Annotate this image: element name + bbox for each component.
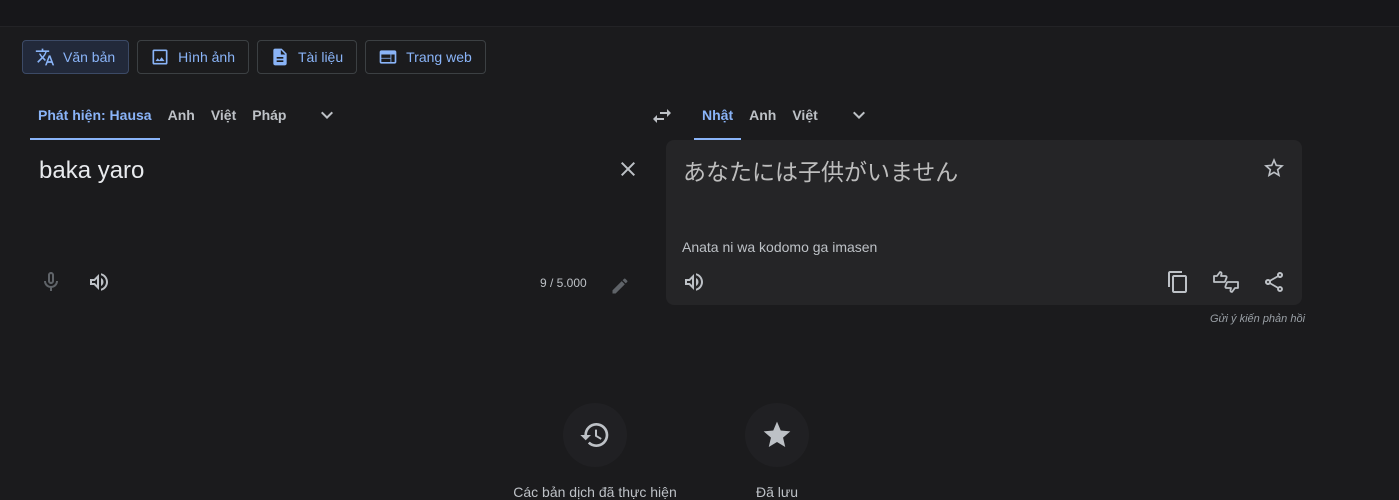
source-lang-detect[interactable]: Phát hiện: Hausa bbox=[30, 96, 160, 140]
tab-document[interactable]: Tài liệu bbox=[257, 40, 358, 74]
image-icon bbox=[152, 49, 168, 65]
tab-text-label: Văn bản bbox=[63, 49, 116, 65]
translate-icon bbox=[35, 48, 55, 66]
character-counter: 9 / 5.000 bbox=[540, 276, 587, 290]
document-icon bbox=[273, 48, 287, 66]
swap-languages-icon[interactable] bbox=[650, 104, 674, 128]
send-feedback-link[interactable]: Gửi ý kiến phản hồi bbox=[1210, 313, 1305, 325]
top-bar bbox=[0, 0, 1399, 27]
history-icon bbox=[580, 423, 609, 447]
target-lang-vietnamese[interactable]: Việt bbox=[784, 96, 825, 140]
translation-text: あなたには子供がいません bbox=[683, 160, 959, 186]
saved-section: Đã lưu bbox=[737, 403, 817, 500]
speaker-icon[interactable] bbox=[682, 270, 706, 294]
tab-image[interactable]: Hình ảnh bbox=[137, 40, 249, 74]
copy-icon[interactable] bbox=[1166, 270, 1190, 294]
tab-text[interactable]: Văn bản bbox=[22, 40, 130, 74]
saved-label: Đã lưu bbox=[755, 484, 799, 500]
source-lang-english[interactable]: Anh bbox=[160, 96, 203, 140]
source-lang-french[interactable]: Pháp bbox=[244, 96, 294, 140]
tab-website-label: Trang web bbox=[406, 49, 472, 65]
history-button[interactable] bbox=[563, 403, 627, 467]
close-icon[interactable] bbox=[616, 157, 640, 181]
mode-tabs: Văn bản Hình ảnh Tài liệu Trang web bbox=[22, 40, 486, 74]
target-lang-english[interactable]: Anh bbox=[741, 96, 784, 140]
star-icon bbox=[763, 421, 791, 447]
source-language-bar: Phát hiện: Hausa Anh Việt Pháp bbox=[30, 96, 339, 140]
saved-button[interactable] bbox=[745, 403, 809, 467]
web-icon bbox=[379, 50, 397, 64]
target-panel: あなたには子供がいません Anata ni wa kodomo ga imase… bbox=[666, 140, 1302, 305]
source-lang-vietnamese[interactable]: Việt bbox=[203, 96, 244, 140]
tab-image-label: Hình ảnh bbox=[178, 49, 235, 65]
chevron-down-icon[interactable] bbox=[847, 103, 871, 127]
tab-document-label: Tài liệu bbox=[298, 49, 344, 65]
pencil-icon bbox=[612, 278, 628, 294]
romanization-text: Anata ni wa kodomo ga imasen bbox=[682, 239, 878, 255]
speaker-icon[interactable] bbox=[87, 270, 111, 294]
history-label: Các bản dịch đã thực hiện bbox=[513, 484, 677, 500]
share-icon[interactable] bbox=[1262, 270, 1286, 294]
rate-translation-icon[interactable] bbox=[1212, 270, 1240, 294]
tab-website[interactable]: Trang web bbox=[365, 40, 486, 74]
chevron-down-icon[interactable] bbox=[315, 103, 339, 127]
target-language-bar: Nhật Anh Việt bbox=[694, 96, 871, 140]
star-outline-icon[interactable] bbox=[1262, 156, 1286, 180]
source-text-input[interactable]: baka yaro bbox=[39, 157, 144, 185]
history-section: Các bản dịch đã thực hiện bbox=[500, 403, 690, 500]
source-panel: baka yaro 9 / 5.000 bbox=[22, 140, 652, 304]
microphone-icon[interactable] bbox=[39, 270, 63, 294]
target-lang-japanese[interactable]: Nhật bbox=[694, 96, 742, 140]
